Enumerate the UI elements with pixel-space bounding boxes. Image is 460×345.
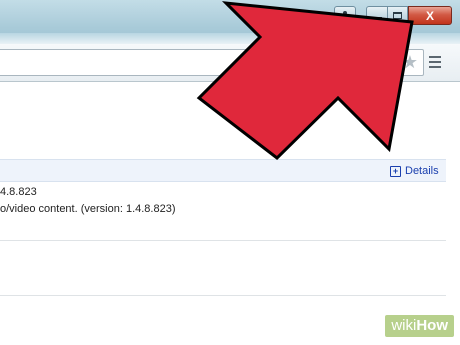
tab-strip bbox=[0, 33, 460, 44]
menu-bar-top bbox=[429, 56, 441, 58]
plugin-header-row bbox=[0, 159, 446, 182]
row-divider bbox=[0, 240, 446, 241]
maximize-button[interactable] bbox=[387, 6, 408, 25]
wikihow-watermark: wikiHow bbox=[385, 315, 454, 337]
maximize-icon bbox=[393, 12, 402, 19]
user-icon bbox=[341, 11, 349, 20]
details-label: Details bbox=[405, 165, 439, 177]
menu-bar-bottom bbox=[429, 66, 441, 68]
star-icon[interactable]: ★ bbox=[400, 52, 420, 72]
minimize-icon bbox=[372, 17, 382, 20]
close-icon: X bbox=[425, 8, 434, 23]
minimize-button[interactable] bbox=[366, 6, 388, 25]
profile-button[interactable] bbox=[334, 6, 356, 25]
menu-bar-middle bbox=[429, 61, 441, 63]
watermark-wiki: wiki bbox=[391, 317, 417, 334]
plugin-description-text: o/video content. (version: 1.4.8.823) bbox=[0, 203, 176, 215]
watermark-how: How bbox=[416, 317, 448, 334]
address-bar[interactable] bbox=[0, 49, 424, 76]
details-link[interactable]: + Details bbox=[390, 163, 439, 179]
menu-icon[interactable] bbox=[427, 54, 443, 70]
expand-plus-icon: + bbox=[390, 165, 401, 177]
row-divider bbox=[0, 295, 446, 296]
close-button[interactable]: X bbox=[408, 6, 452, 25]
plugin-version-text: 4.8.823 bbox=[0, 186, 37, 198]
browser-toolbar bbox=[0, 44, 460, 82]
